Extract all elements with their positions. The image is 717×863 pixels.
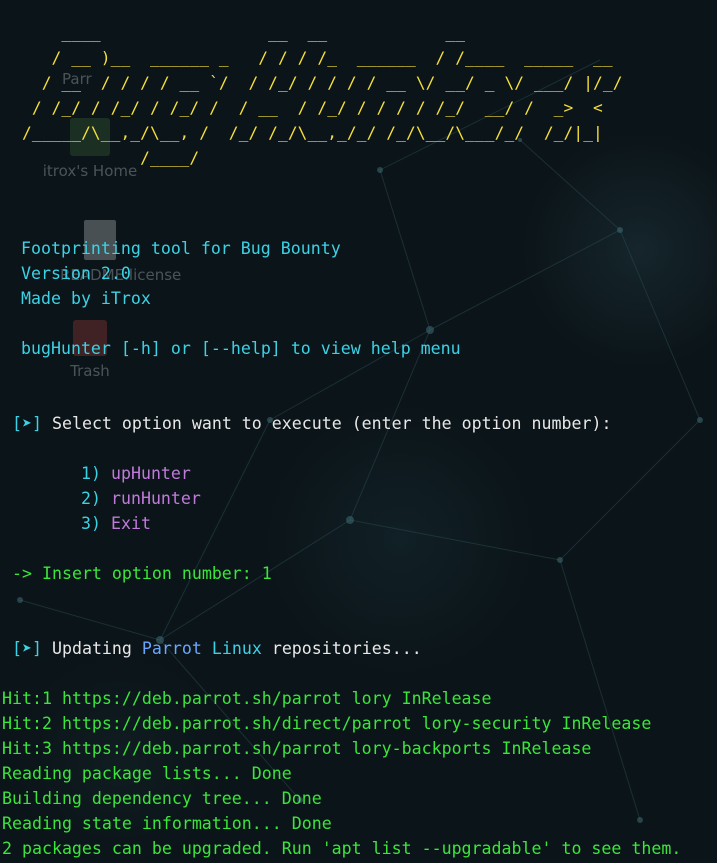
info-description: Footprinting tool for Bug Bounty xyxy=(21,239,341,258)
banner-line-3: / __ / / / / __ `/ / /_/ / / / / __ \/ _… xyxy=(22,73,623,92)
help-long-flag: [--help] xyxy=(200,339,281,358)
option-number: 2) xyxy=(81,489,101,508)
menu-option-3[interactable]: 3) Exit xyxy=(81,511,151,536)
menu-option-1[interactable]: 1) upHunter xyxy=(81,461,191,486)
apt-line-4: Reading package lists... Done xyxy=(2,764,292,783)
info-author: Made by iTrox xyxy=(21,289,151,308)
menu-option-2[interactable]: 2) runHunter xyxy=(81,486,201,511)
option-label: Exit xyxy=(110,514,151,533)
help-or: or xyxy=(170,339,191,358)
banner-line-4: / /_/ / /_/ / /_/ / / __ / /_/ / / / / /… xyxy=(22,98,603,117)
help-hint: bugHunter [-h] or [--help] to view help … xyxy=(21,336,461,361)
option-number: 1) xyxy=(81,464,101,483)
apt-line-3: Hit:3 https://deb.parrot.sh/parrot lory-… xyxy=(2,739,592,758)
help-command: bugHunter xyxy=(21,339,111,358)
menu-prompt: [➤] Select option want to execute (enter… xyxy=(12,411,611,436)
info-version: Version 2.0 xyxy=(21,264,131,283)
apt-line-2: Hit:2 https://deb.parrot.sh/direct/parro… xyxy=(2,714,652,733)
status-post: repositories... xyxy=(271,639,422,658)
apt-line-7: 2 packages can be upgraded. Run 'apt lis… xyxy=(2,839,682,858)
apt-line-1: Hit:1 https://deb.parrot.sh/parrot lory … xyxy=(2,689,492,708)
banner-line-1: ____ __ __ __ xyxy=(22,23,466,42)
banner-line-5: /_____/\__,_/\__, / /_/ /_/\__,_/_/ /_/\… xyxy=(22,123,603,142)
banner-line-2: / __ )__ ______ _ / / / /_ ______ / /___… xyxy=(22,48,613,67)
input-value[interactable]: 1 xyxy=(262,564,272,583)
help-rest: to view help menu xyxy=(290,339,461,358)
prompt-arrow-icon: [➤] xyxy=(12,414,42,433)
status-distro-2: Linux xyxy=(211,639,262,658)
option-input-line[interactable]: -> Insert option number: 1 xyxy=(12,561,272,586)
update-status: [➤] Updating Parrot Linux repositories..… xyxy=(12,636,422,661)
input-arrow: -> xyxy=(12,564,32,583)
apt-line-5: Building dependency tree... Done xyxy=(2,789,322,808)
banner-line-6: /____/ xyxy=(22,148,200,167)
status-distro-1: Parrot xyxy=(141,639,202,658)
apt-line-6: Reading state information... Done xyxy=(2,814,332,833)
menu-prompt-text: Select option want to execute (enter the… xyxy=(51,414,612,433)
help-short-flag: [-h] xyxy=(120,339,161,358)
option-label: upHunter xyxy=(110,464,191,483)
input-label: Insert option number: xyxy=(41,564,252,583)
option-label: runHunter xyxy=(110,489,201,508)
option-number: 3) xyxy=(81,514,101,533)
status-arrow-icon: [➤] xyxy=(12,639,42,658)
terminal-output[interactable]: ____ __ __ __ / __ )__ ______ _ / / / /_… xyxy=(0,0,717,863)
status-pre: Updating xyxy=(51,639,132,658)
